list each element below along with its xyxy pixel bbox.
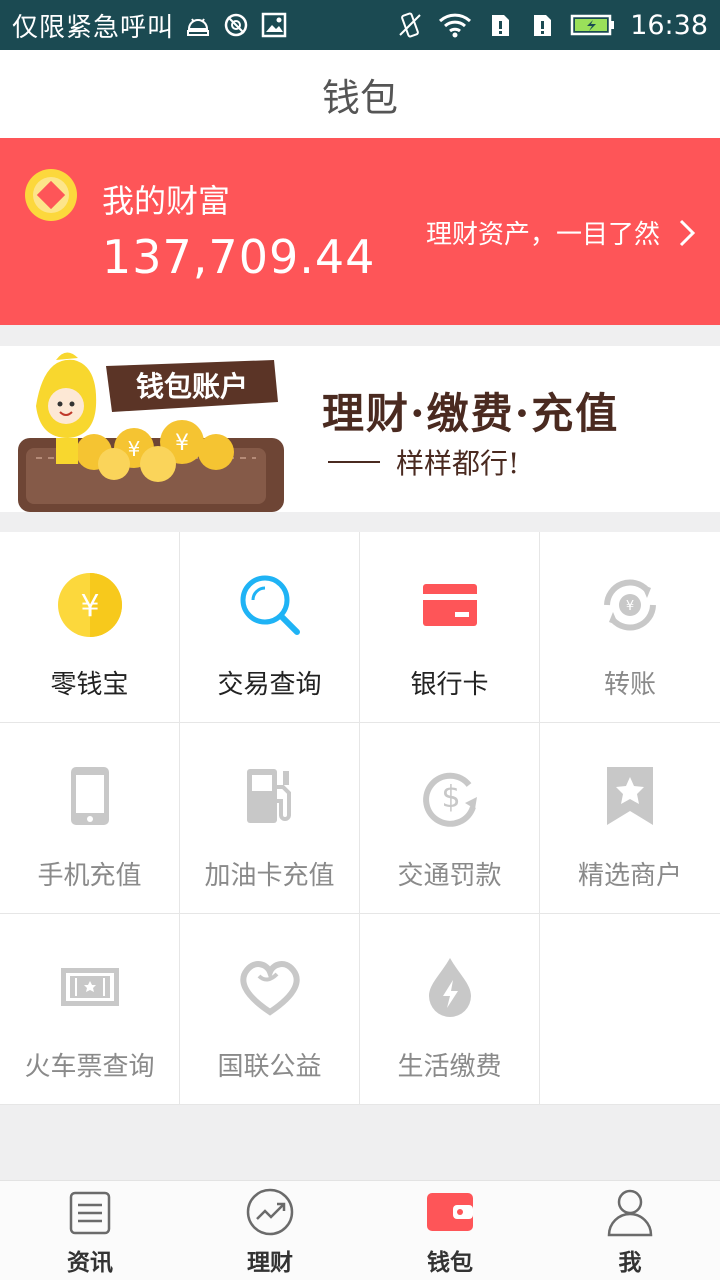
banner-subtitle: 样样都行!: [328, 442, 519, 482]
service-lingqianbao[interactable]: ¥ 零钱宝: [0, 532, 180, 723]
chart-icon: [246, 1188, 294, 1236]
chevron-right-icon: [679, 219, 696, 246]
service-label: 生活缴费: [397, 1052, 502, 1082]
vibrate-icon: [399, 12, 421, 38]
service-label: 转账: [603, 670, 656, 700]
battery-charging-icon: [570, 14, 615, 36]
svg-text:$: $: [441, 780, 460, 815]
my-wealth-card[interactable]: 我的财富 137,709.44 理财资产，一目了然: [0, 138, 720, 325]
page-title: 钱包: [321, 75, 398, 120]
service-label: 交通罚款: [397, 861, 502, 891]
wealth-link-text: 理财资产，一目了然: [425, 220, 660, 250]
news-icon: [69, 1191, 111, 1235]
wallet-icon: [427, 1193, 473, 1231]
service-label: 加油卡充值: [204, 861, 335, 891]
status-bar: 仅限紧急呼叫 16:38: [0, 0, 720, 50]
service-transfer[interactable]: ¥ 转账: [540, 532, 720, 723]
sim-card-alert-icon: [492, 15, 510, 36]
phone-icon: [70, 767, 109, 825]
fuel-pump-icon: [246, 769, 291, 823]
emergency-calls-only-text: 仅限紧急呼叫: [12, 12, 175, 43]
banner-title: 理财·缴费·充值: [322, 389, 620, 438]
svg-text:¥: ¥: [80, 589, 99, 624]
service-utility-bills[interactable]: 生活缴费: [360, 914, 540, 1105]
service-traffic-fine[interactable]: $ 交通罚款: [360, 723, 540, 914]
transfer-icon: ¥: [604, 579, 656, 631]
image-icon: [261, 12, 287, 38]
service-label: 国联公益: [217, 1052, 322, 1082]
service-label: 精选商户: [577, 861, 682, 891]
wealth-assets-link[interactable]: 理财资产，一目了然: [426, 214, 696, 251]
wealth-coin-icon: [25, 169, 77, 221]
sim-card-alert-icon-2: [534, 15, 552, 36]
service-phone-recharge[interactable]: 手机充值: [0, 723, 180, 914]
wealth-amount: 137,709.44: [102, 230, 376, 284]
service-transaction-query[interactable]: 交易查询: [180, 532, 360, 723]
notification-icons: [184, 11, 288, 39]
services-grid: ¥ 零钱宝 交易查询 银行卡 ¥ 转账 手机充值 加油卡充值 $ 交通罚款 精选…: [0, 532, 720, 1105]
service-fuel-card[interactable]: 加油卡充值: [180, 723, 360, 914]
service-label: 交易查询: [217, 670, 322, 700]
tab-news[interactable]: 资讯: [0, 1181, 180, 1280]
clock: 16:38: [630, 9, 708, 41]
train-ticket-icon: [60, 968, 119, 1006]
svg-text:¥: ¥: [175, 431, 189, 456]
person-icon: [607, 1189, 653, 1237]
service-bank-card[interactable]: 银行卡: [360, 532, 540, 723]
service-selected-merchants[interactable]: 精选商户: [540, 723, 720, 914]
svg-text:¥: ¥: [128, 437, 141, 461]
service-label: 火车票查询: [24, 1052, 155, 1082]
heart-icon: [239, 961, 300, 1016]
wealth-label: 我的财富: [102, 182, 231, 220]
title-bar: 钱包: [0, 50, 720, 138]
tab-label: 资讯: [67, 1250, 113, 1276]
empty-cell: [540, 914, 720, 1105]
bank-card-icon: [422, 584, 477, 626]
system-status-icons: 16:38: [396, 10, 708, 41]
tab-label: 我: [618, 1250, 642, 1276]
service-label: 手机充值: [37, 861, 142, 891]
service-label: 零钱宝: [50, 670, 129, 700]
star-bookmark-icon: [607, 767, 653, 825]
search-icon: [240, 575, 300, 635]
android-debug-icon: [187, 18, 210, 36]
wallet-account-banner[interactable]: ¥ ¥ 钱包账户 理财·缴费·充值 样样都行!: [0, 346, 720, 512]
banner-subtitle-text: 样样都行!: [396, 447, 520, 480]
traffic-fine-icon: $: [422, 772, 477, 827]
tab-label: 理财: [247, 1250, 293, 1276]
service-train-ticket[interactable]: 火车票查询: [0, 914, 180, 1105]
tab-label: 钱包: [427, 1250, 473, 1276]
wifi-icon: [439, 13, 472, 38]
sync-disabled-icon: [224, 13, 248, 37]
wallet-mascot-illustration: ¥ ¥ 钱包账户: [18, 352, 284, 512]
svg-text:¥: ¥: [626, 599, 634, 614]
subtitle-dash: [328, 461, 380, 463]
tab-wallet[interactable]: 钱包: [360, 1181, 540, 1280]
tab-me[interactable]: 我: [540, 1181, 720, 1280]
utility-drop-icon: [428, 958, 471, 1017]
tab-finance[interactable]: 理财: [180, 1181, 360, 1280]
service-label: 银行卡: [410, 670, 489, 700]
service-charity[interactable]: 国联公益: [180, 914, 360, 1105]
wallet-account-badge: 钱包账户: [136, 370, 248, 403]
yuan-coin-icon: ¥: [57, 573, 122, 637]
bottom-tab-bar: 资讯 理财 钱包 我: [0, 1180, 720, 1280]
